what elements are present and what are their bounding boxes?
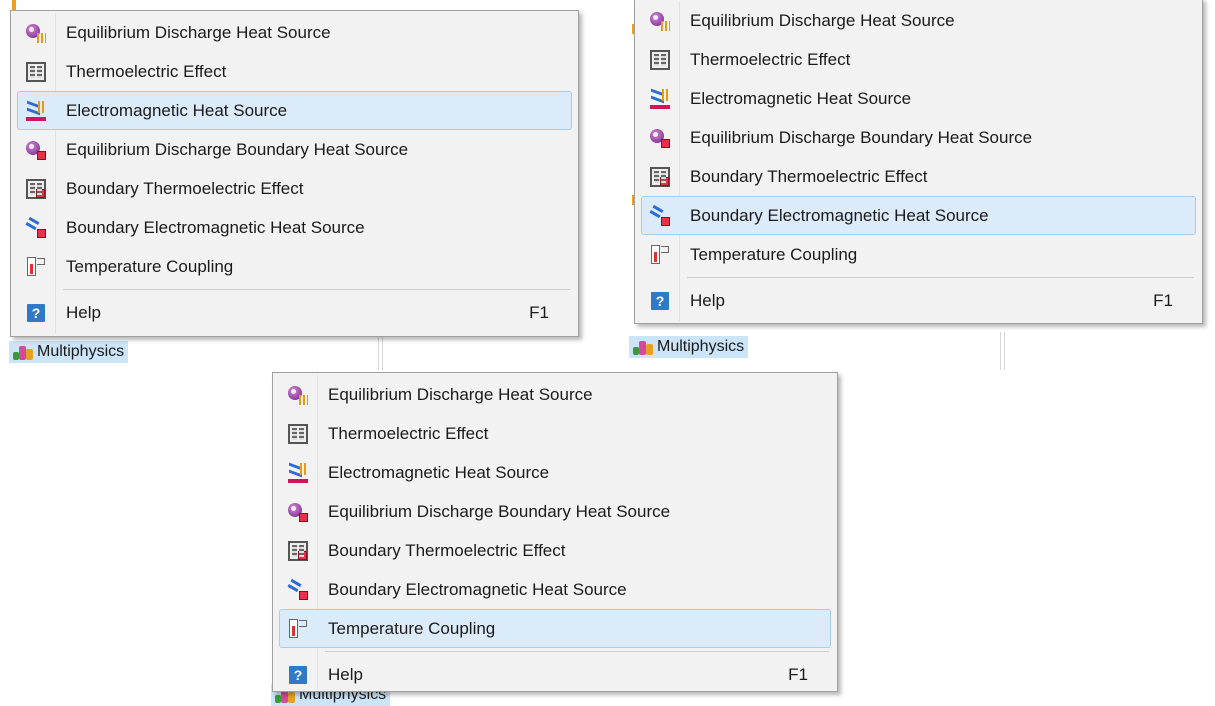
context-menu: Equilibrium Discharge Heat Source Thermoe… [10, 10, 579, 337]
menu-item[interactable]: Temperature Coupling [17, 247, 572, 286]
panel-3: Multiphysics Equilibrium Discharge Heat … [262, 368, 842, 706]
menu-item[interactable]: Boundary Thermoelectric Effect [17, 169, 572, 208]
menu-item-label: Temperature Coupling [690, 244, 858, 264]
menu-item-label: Boundary Electromagnetic Heat Source [66, 217, 365, 237]
temperature-coupling-icon [284, 618, 312, 640]
menu-item[interactable]: Equilibrium Discharge Heat Source [17, 13, 572, 52]
menu-separator [325, 651, 829, 652]
multiphysics-label: Multiphysics [657, 338, 745, 355]
electromagnetic-heat-icon [22, 100, 50, 122]
temperature-coupling-icon [22, 256, 50, 278]
menu-items: Equilibrium Discharge Heat Source Thermoe… [637, 1, 1200, 320]
menu-item-label: Electromagnetic Heat Source [690, 88, 912, 108]
menu-item-label: Electromagnetic Heat Source [66, 100, 288, 120]
menu-item[interactable]: Thermoelectric Effect [17, 52, 572, 91]
electromagnetic-heat-icon [646, 88, 674, 110]
menu-item-label: Boundary Electromagnetic Heat Source [328, 579, 627, 599]
menu-item[interactable]: Boundary Electromagnetic Heat Source [641, 196, 1196, 235]
menu-item[interactable]: Boundary Electromagnetic Heat Source [17, 208, 572, 247]
menu-item-label: Thermoelectric Effect [66, 61, 227, 81]
menu-item-label: Electromagnetic Heat Source [328, 462, 550, 482]
help-shortcut: F1 [529, 302, 549, 322]
thermoelectric-icon [22, 61, 50, 83]
thermoelectric-icon [284, 423, 312, 445]
menu-item[interactable]: Temperature Coupling [279, 609, 831, 648]
menu-item[interactable]: Equilibrium Discharge Heat Source [279, 375, 831, 414]
menu-item[interactable]: Equilibrium Discharge Heat Source [641, 1, 1196, 40]
menu-item-label: Thermoelectric Effect [690, 49, 851, 69]
menu-item[interactable]: Electromagnetic Heat Source [17, 91, 572, 130]
help-menu-item[interactable]: ? Help F1 [641, 281, 1196, 320]
splitter[interactable] [378, 335, 383, 370]
equilibrium-discharge-icon [646, 10, 674, 32]
equilibrium-boundary-icon [284, 501, 312, 523]
boundary-electromagnetic-icon [22, 216, 50, 239]
help-shortcut: F1 [788, 664, 808, 684]
multiphysics-icon [632, 338, 654, 356]
help-label: Help [328, 664, 363, 684]
electromagnetic-heat-icon [284, 462, 312, 484]
menu-item-label: Boundary Thermoelectric Effect [66, 178, 304, 198]
boundary-thermoelectric-icon [284, 540, 312, 562]
menu-item-label: Boundary Thermoelectric Effect [328, 540, 566, 560]
menu-item[interactable]: Boundary Thermoelectric Effect [279, 531, 831, 570]
menu-item-label: Equilibrium Discharge Heat Source [328, 384, 593, 404]
menu-items: Equilibrium Discharge Heat Source Thermoe… [275, 375, 835, 694]
menu-separator [687, 277, 1194, 278]
boundary-thermoelectric-icon [22, 178, 50, 200]
panel-2: Multiphysics Equilibrium Discharge Heat … [620, 0, 1215, 370]
help-icon: ? [646, 290, 674, 312]
menu-item[interactable]: Temperature Coupling [641, 235, 1196, 274]
multiphysics-node[interactable]: Multiphysics [629, 336, 749, 358]
edge-mark [12, 0, 16, 10]
equilibrium-boundary-icon [22, 139, 50, 161]
menu-item-label: Equilibrium Discharge Heat Source [66, 22, 331, 42]
menu-item[interactable]: Equilibrium Discharge Boundary Heat Sour… [17, 130, 572, 169]
help-menu-item[interactable]: ? Help F1 [279, 655, 831, 694]
context-menu: Equilibrium Discharge Heat Source Thermoe… [272, 372, 838, 692]
menu-items: Equilibrium Discharge Heat Source Thermoe… [13, 13, 576, 332]
help-icon: ? [22, 302, 50, 324]
context-menu: Equilibrium Discharge Heat Source Thermoe… [634, 0, 1203, 324]
menu-item-label: Temperature Coupling [66, 256, 234, 276]
multiphysics-label: Multiphysics [37, 343, 125, 360]
panel-1: Multiphysics Equilibrium Discharge Heat … [0, 0, 600, 370]
help-label: Help [66, 302, 101, 322]
menu-item[interactable]: Boundary Electromagnetic Heat Source [279, 570, 831, 609]
equilibrium-boundary-icon [646, 127, 674, 149]
menu-item-label: Temperature Coupling [328, 618, 496, 638]
help-label: Help [690, 290, 725, 310]
temperature-coupling-icon [646, 244, 674, 266]
menu-item[interactable]: Electromagnetic Heat Source [279, 453, 831, 492]
help-icon: ? [284, 664, 312, 686]
menu-item-label: Equilibrium Discharge Boundary Heat Sour… [690, 127, 1033, 147]
menu-item[interactable]: Equilibrium Discharge Boundary Heat Sour… [641, 118, 1196, 157]
multiphysics-node[interactable]: Multiphysics [9, 341, 129, 363]
menu-item-label: Equilibrium Discharge Heat Source [690, 10, 955, 30]
menu-separator [63, 289, 570, 290]
help-shortcut: F1 [1153, 290, 1173, 310]
menu-item-label: Equilibrium Discharge Boundary Heat Sour… [328, 501, 671, 521]
menu-item-label: Boundary Thermoelectric Effect [690, 166, 928, 186]
menu-item-label: Equilibrium Discharge Boundary Heat Sour… [66, 139, 409, 159]
help-menu-item[interactable]: ? Help F1 [17, 293, 572, 332]
menu-item[interactable]: Equilibrium Discharge Boundary Heat Sour… [279, 492, 831, 531]
thermoelectric-icon [646, 49, 674, 71]
equilibrium-discharge-icon [22, 22, 50, 44]
boundary-electromagnetic-icon [646, 204, 674, 227]
menu-item[interactable]: Thermoelectric Effect [279, 414, 831, 453]
menu-item[interactable]: Boundary Thermoelectric Effect [641, 157, 1196, 196]
boundary-electromagnetic-icon [284, 578, 312, 601]
splitter[interactable] [1000, 332, 1005, 370]
equilibrium-discharge-icon [284, 384, 312, 406]
menu-item[interactable]: Electromagnetic Heat Source [641, 79, 1196, 118]
menu-item-label: Boundary Electromagnetic Heat Source [690, 205, 989, 225]
menu-item-label: Thermoelectric Effect [328, 423, 489, 443]
boundary-thermoelectric-icon [646, 166, 674, 188]
multiphysics-icon [12, 343, 34, 361]
menu-item[interactable]: Thermoelectric Effect [641, 40, 1196, 79]
